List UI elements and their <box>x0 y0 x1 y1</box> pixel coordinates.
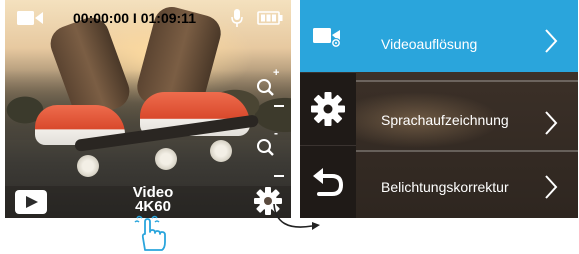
zoom-out-button[interactable]: - <box>255 126 279 159</box>
skateboard-wheel <box>77 155 99 177</box>
menu-item-label: Sprachaufzeichnung <box>381 112 509 128</box>
capture-mode-label[interactable]: Video 4K60 <box>123 185 183 214</box>
sidebar-general-settings[interactable] <box>300 73 356 145</box>
menu-item-video-resolution[interactable]: Videoauflösung <box>356 0 578 72</box>
zoom-scale-tick <box>274 175 284 177</box>
skateboard-wheel <box>210 140 232 162</box>
menu-item-exposure-compensation[interactable]: Belichtungskorrektur <box>356 152 578 218</box>
menu-item-label: Videoauflösung <box>381 36 478 52</box>
zoom-in-symbol: + <box>273 67 280 79</box>
chevron-right-icon <box>545 111 558 135</box>
camera-live-view: 00:00:00 I 01:09:11 + - Video 4K60 <box>5 0 291 218</box>
zoom-out-symbol: - <box>274 126 278 140</box>
zoom-scale-tick <box>274 105 284 107</box>
zoom-in-button[interactable]: + <box>255 67 279 99</box>
recording-timecode: 00:00:00 I 01:09:11 <box>73 10 196 26</box>
playback-button[interactable] <box>15 190 47 214</box>
chevron-right-icon <box>545 29 558 53</box>
settings-sidebar <box>300 0 356 218</box>
playback-icon <box>26 196 38 208</box>
gear-icon <box>311 92 345 126</box>
battery-icon <box>257 11 283 25</box>
video-settings-icon <box>313 28 341 48</box>
sidebar-video-settings[interactable] <box>300 0 356 72</box>
settings-list: Videoauflösung Sprachaufzeichnung Belich… <box>356 0 578 218</box>
tap-hand-icon <box>134 215 166 251</box>
microphone-icon <box>231 9 243 27</box>
back-arrow-icon <box>313 168 344 196</box>
skateboard-wheel <box>155 148 177 170</box>
menu-item-label: Belichtungskorrektur <box>381 179 509 195</box>
sidebar-back[interactable] <box>300 146 356 218</box>
settings-screen: Videoauflösung Sprachaufzeichnung Belich… <box>300 0 578 218</box>
chevron-right-icon <box>545 175 558 199</box>
menu-item-voice-recording[interactable]: Sprachaufzeichnung <box>356 82 578 154</box>
video-camera-icon <box>17 11 43 25</box>
